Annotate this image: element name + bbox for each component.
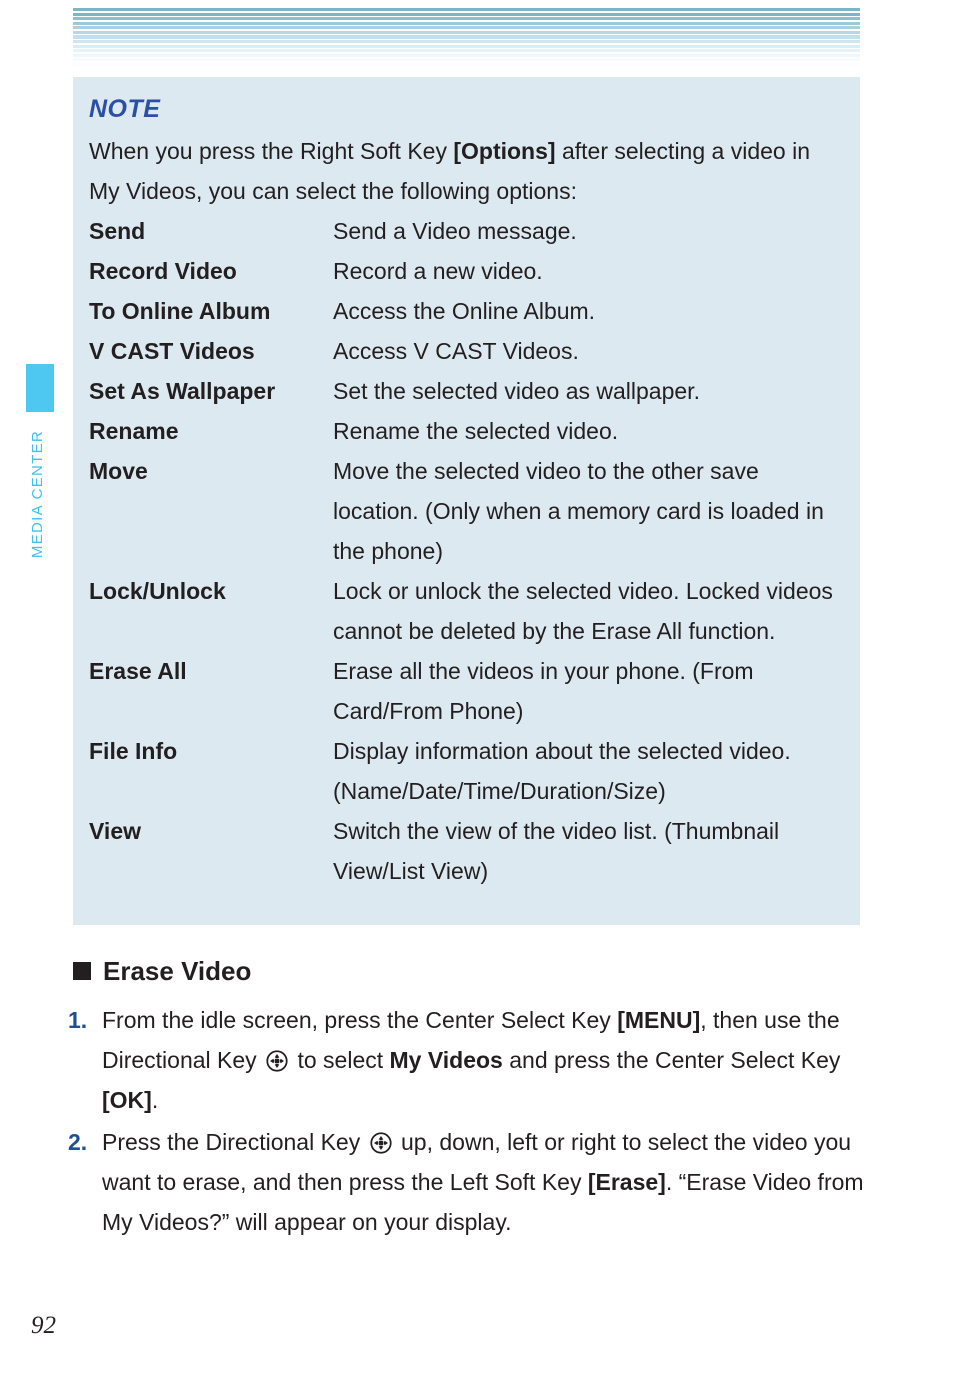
note-option-term: V CAST Videos: [89, 338, 255, 364]
note-option-description: Lock or unlock the selected video. Locke…: [333, 578, 833, 644]
step-text-run: and press the Center Select Key: [502, 1047, 841, 1073]
note-option-description: Record a new video.: [333, 258, 543, 284]
note-option-row: Lock/Unlock Lock or unlock the selected v…: [89, 571, 834, 651]
note-heading: NOTE: [89, 95, 161, 123]
note-option-term: To Online Album: [89, 298, 271, 324]
note-option-term: Rename: [89, 418, 179, 444]
note-option-row: To Online Album Access the Online Album.: [89, 291, 834, 331]
page-section-heading: Erase Video: [73, 955, 251, 987]
note-option-description: Set the selected video as wallpaper.: [333, 378, 700, 404]
step-emphasis: [OK]: [102, 1087, 152, 1113]
step-emphasis: [MENU]: [617, 1007, 701, 1033]
directional-key-icon: [370, 1126, 392, 1154]
step-text-run: to select: [291, 1047, 390, 1073]
note-option-term: Record Video: [89, 258, 237, 284]
square-bullet-icon: [73, 962, 91, 980]
note-intro-options-key: [Options]: [453, 138, 556, 164]
note-option-description: Erase all the videos in your phone. (Fro…: [333, 658, 754, 724]
header-stripe: [73, 21, 860, 25]
header-stripe: [73, 12, 860, 16]
header-stripe: [73, 8, 860, 12]
step-number: 1.: [68, 1007, 88, 1033]
note-option-description: Move the selected video to the other sav…: [333, 458, 824, 564]
note-option-description: Rename the selected video.: [333, 418, 619, 444]
procedure-step: 1. From the idle screen, press the Center…: [68, 1000, 878, 1120]
note-option-term: File Info: [89, 738, 178, 764]
note-option-row: Rename Rename the selected video.: [89, 411, 834, 451]
note-options-list: Send Send a Video message. Record Video Rec…: [89, 211, 834, 891]
header-stripe: [73, 35, 860, 39]
note-option-term: Set As Wallpaper: [89, 378, 276, 404]
procedure-steps-list: 1. From the idle screen, press the Center…: [68, 1000, 878, 1244]
page-number: 92: [31, 1312, 56, 1339]
step-emphasis: [Erase]: [587, 1169, 666, 1195]
note-option-description: Display information about the selected v…: [333, 738, 791, 804]
note-option-description: Send a Video message.: [333, 218, 577, 244]
header-stripe: [73, 26, 860, 30]
step-emphasis: My Videos: [389, 1047, 503, 1073]
note-option-term: Send: [89, 218, 146, 244]
section-heading-label: Erase Video: [103, 956, 252, 986]
note-option-row: Record Video Record a new video.: [89, 251, 834, 291]
note-option-row: File Info Display information about the s…: [89, 731, 834, 811]
note-intro-paragraph: When you press the Right Soft Key [Optio…: [89, 131, 834, 211]
step-text-run: .: [151, 1087, 159, 1113]
chapter-tab-label: MEDIA CENTER: [29, 429, 46, 559]
step-text: From the idle screen, press the Center S…: [102, 1000, 878, 1120]
step-text-run: From the idle screen, press the Center S…: [102, 1007, 618, 1033]
header-stripe: [73, 44, 860, 48]
procedure-step: 2. Press the Directional Key up, down, le…: [68, 1122, 878, 1242]
note-option-description: Access the Online Album.: [333, 298, 596, 324]
header-stripe: [73, 62, 860, 67]
note-option-description: Access V CAST Videos.: [333, 338, 579, 364]
note-option-row: Set As Wallpaper Set the selected video a…: [89, 371, 834, 411]
header-stripe: [73, 17, 860, 21]
header-stripe: [73, 30, 860, 34]
note-option-description: Switch the view of the video list. (Thum…: [333, 818, 780, 884]
step-number: 2.: [68, 1129, 88, 1155]
note-option-row: Move Move the selected video to the other…: [89, 451, 834, 571]
step-text: Press the Directional Key up, down, left…: [102, 1122, 878, 1242]
note-option-row: View Switch the view of the video list. (…: [89, 811, 834, 891]
note-option-term: View: [89, 818, 141, 844]
header-stripe: [73, 58, 860, 62]
note-option-term: Lock/Unlock: [89, 578, 226, 604]
note-option-term: Move: [89, 458, 148, 484]
decorative-header-stripes: [73, 8, 860, 67]
note-option-row: Send Send a Video message.: [89, 211, 834, 251]
directional-key-icon: [266, 1044, 288, 1072]
note-intro-text-1: When you press the Right Soft Key: [89, 138, 454, 164]
header-stripe: [73, 49, 860, 53]
note-option-row: V CAST Videos Access V CAST Videos.: [89, 331, 834, 371]
step-text-run: Press the Directional Key: [102, 1129, 367, 1155]
note-callout-box: NOTE When you press the Right Soft Key […: [73, 77, 860, 925]
header-stripe: [73, 40, 860, 44]
note-option-row: Erase All Erase all the videos in your ph…: [89, 651, 834, 731]
note-option-term: Erase All: [89, 658, 187, 684]
header-stripe: [73, 53, 860, 57]
